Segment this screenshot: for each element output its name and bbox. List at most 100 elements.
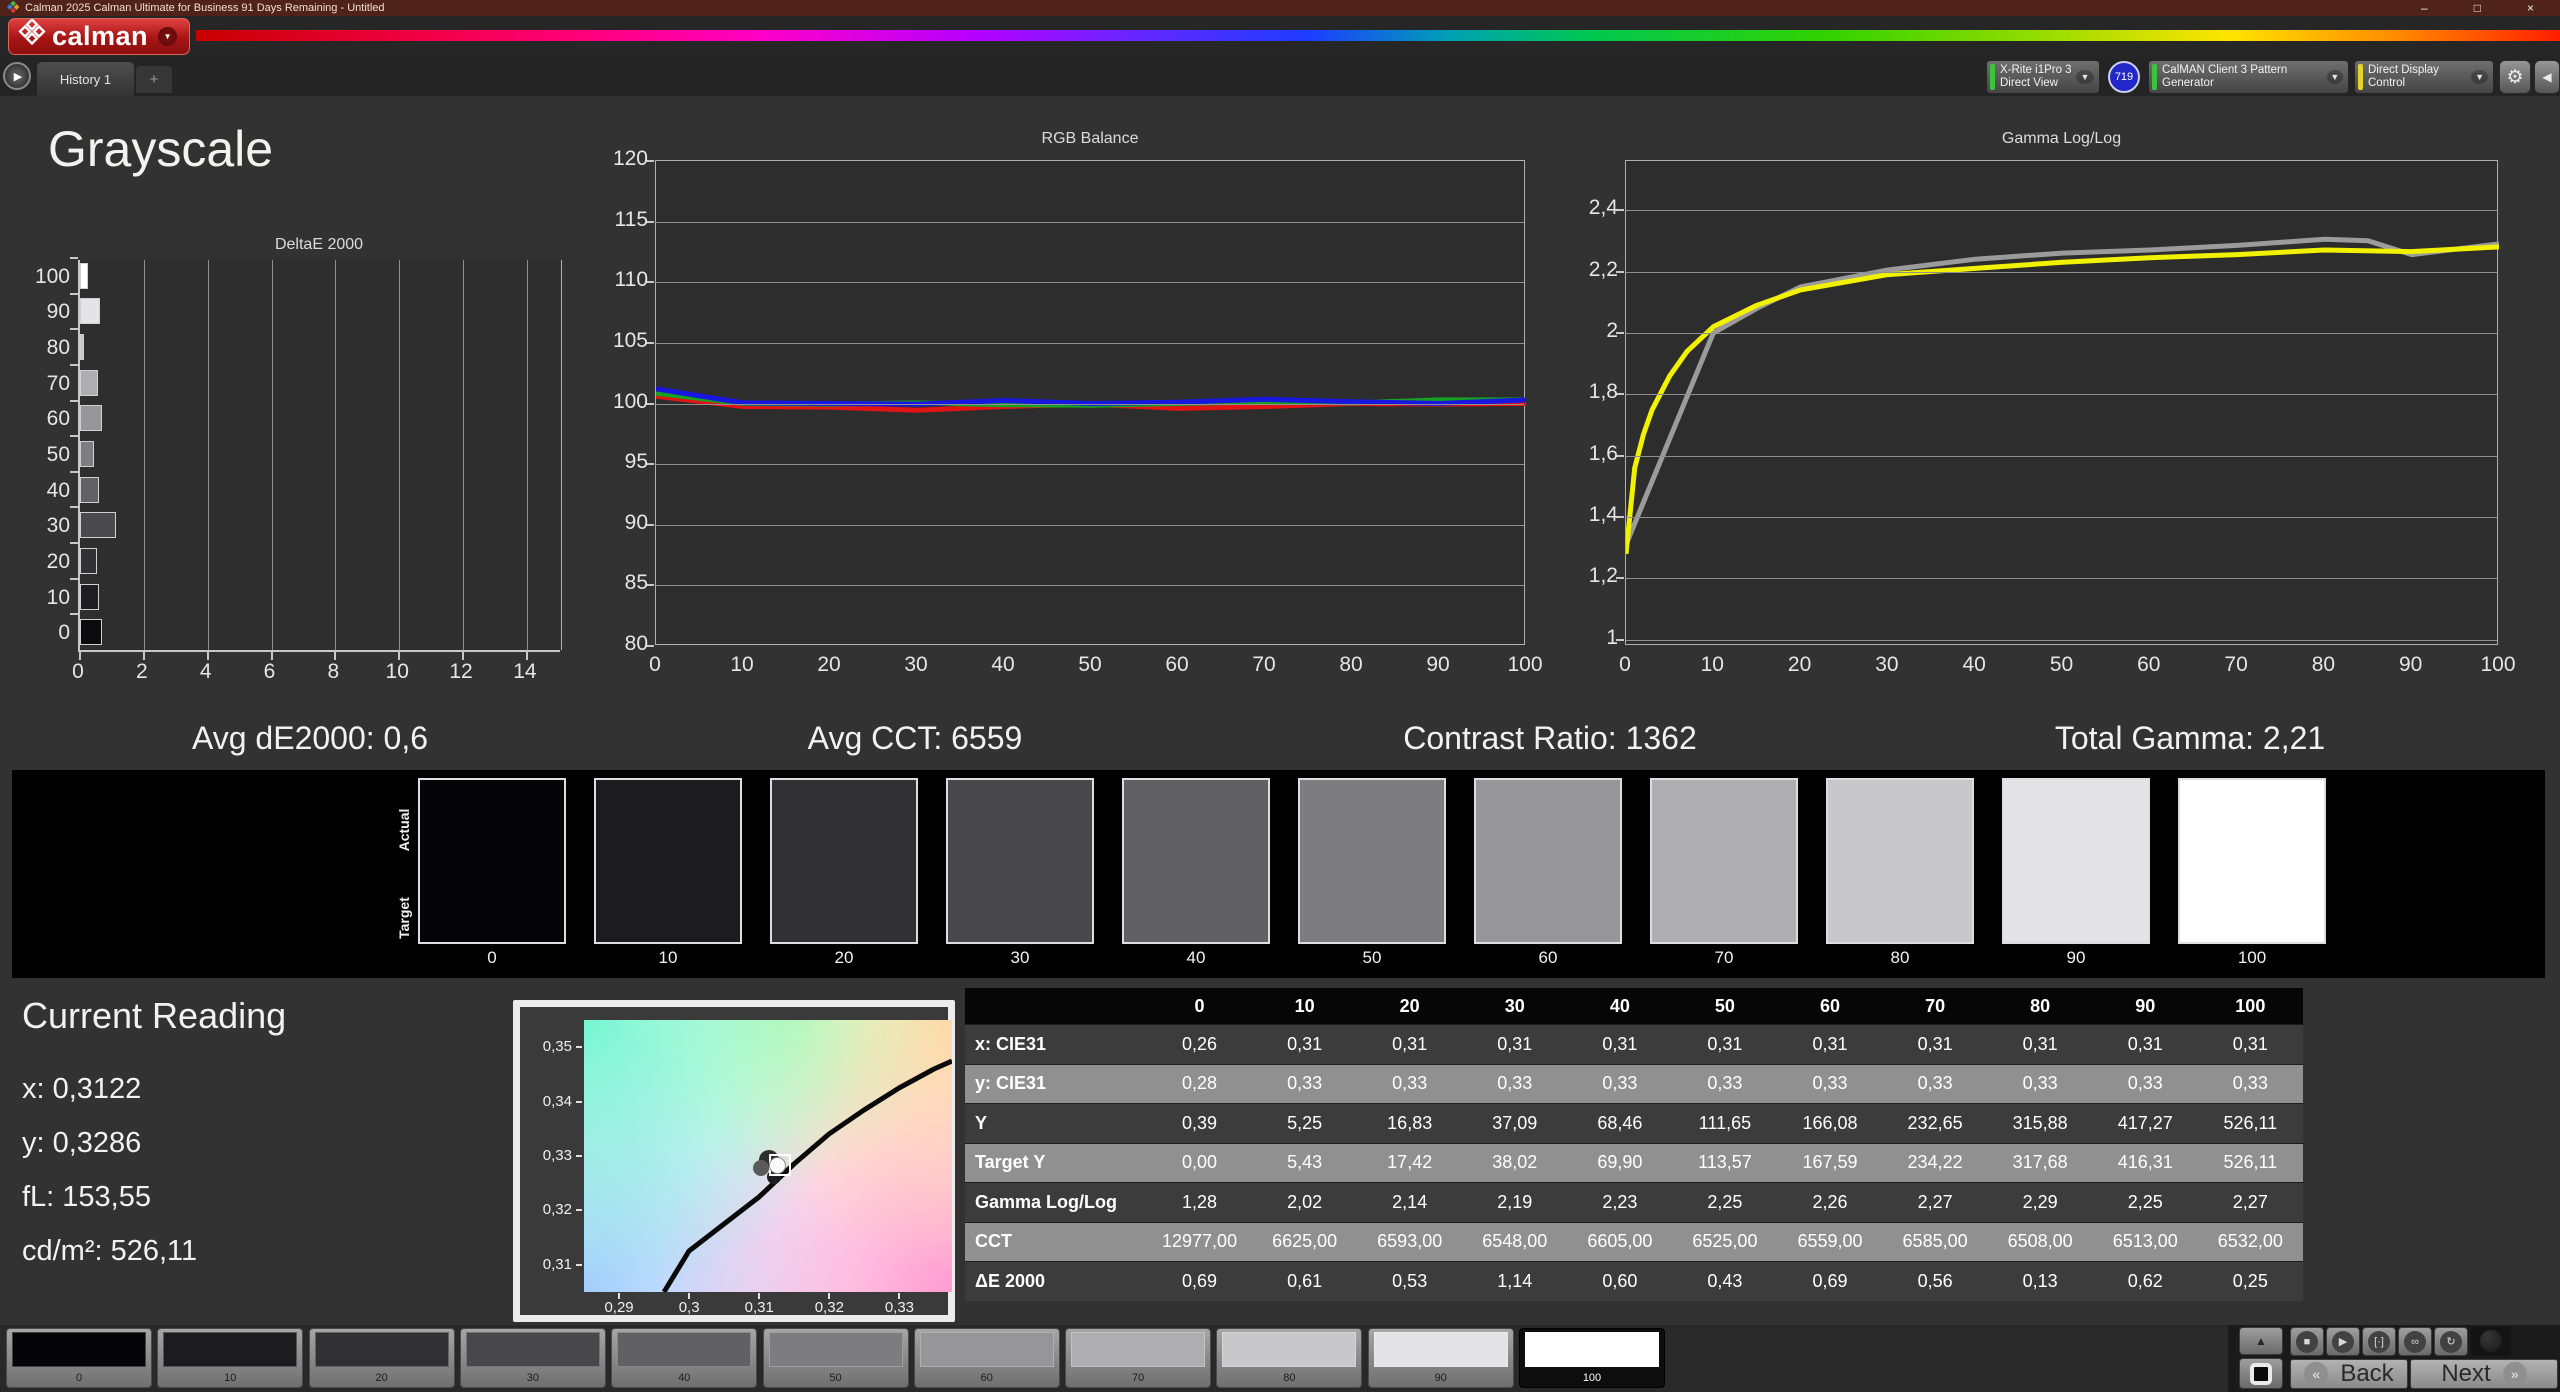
pattern-level-button-20[interactable]: 20	[309, 1328, 455, 1388]
transport-loop-icon[interactable]: ↻	[2434, 1327, 2468, 1356]
cell: 0,33	[1252, 1065, 1357, 1104]
calman-caret-icon[interactable]: ▼	[158, 27, 177, 46]
close-button[interactable]: ×	[2527, 1, 2534, 15]
display-control-dropdown[interactable]: Direct Display Control ▼	[2354, 60, 2494, 94]
pattern-level-button-100[interactable]: 100	[1519, 1328, 1665, 1388]
deltae-xtick-label: 2	[117, 660, 167, 684]
cie-xtick-label: 0,31	[735, 1299, 783, 1316]
table-header-30: 30	[1462, 988, 1567, 1024]
status-lamp-icon	[2480, 1330, 2502, 1352]
ytick-label: 1,6	[1570, 442, 1618, 466]
stop-square-icon	[2250, 1363, 2272, 1385]
row-label: Gamma Log/Log	[965, 1183, 1147, 1222]
pattern-level-button-70[interactable]: 70	[1065, 1328, 1211, 1388]
cie-xtick	[758, 1293, 760, 1299]
pattern-level-button-0[interactable]: 0	[6, 1328, 152, 1388]
cell: 0,13	[1988, 1262, 2093, 1301]
deltae-xtick	[79, 652, 81, 660]
xtick-label: 0	[630, 653, 680, 677]
deltae-ytick	[70, 506, 78, 508]
calman-diamond-icon	[17, 19, 47, 54]
back-button[interactable]: « Back	[2290, 1359, 2408, 1389]
run-button[interactable]: ▶	[3, 62, 31, 90]
strip-swatch-label: 60	[1474, 948, 1622, 968]
cell: 0,33	[2093, 1065, 2198, 1104]
table-header-70: 70	[1883, 988, 1988, 1024]
pattern-level-button-80[interactable]: 80	[1216, 1328, 1362, 1388]
cell: 6525,00	[1672, 1223, 1777, 1262]
target-axis-label: Target	[396, 872, 412, 964]
chevron-down-icon: ▼	[2076, 70, 2094, 84]
cell: 68,46	[1567, 1104, 1672, 1143]
add-tab-button[interactable]: +	[136, 66, 172, 93]
table-header-0: 0	[1147, 988, 1252, 1024]
deltae-ytick	[70, 328, 78, 330]
pattern-generator-dropdown[interactable]: CalMAN Client 3 Pattern Generator ▼	[2148, 60, 2349, 94]
cell: 2,25	[1672, 1183, 1777, 1222]
meter-dropdown[interactable]: X-Rite i1Pro 3 Direct View ▼	[1986, 60, 2100, 94]
deltae-ytick	[70, 364, 78, 366]
pattern-level-button-90[interactable]: 90	[1368, 1328, 1514, 1388]
deltae-xtick-label: 6	[245, 660, 295, 684]
pattern-level-label: 10	[158, 1372, 302, 1384]
table-row-Y: Y0,395,2516,8337,0968,46111,65166,08232,…	[965, 1103, 2303, 1143]
transport-play-icon[interactable]: ▶	[2326, 1327, 2360, 1356]
cell: 416,31	[2093, 1144, 2198, 1183]
cie-plot-area	[584, 1020, 952, 1292]
minimize-button[interactable]: –	[2421, 1, 2428, 15]
gear-icon[interactable]: ⚙	[2499, 60, 2531, 94]
chevron-down-icon: ▼	[2471, 70, 2488, 84]
cell: 0,25	[2198, 1262, 2303, 1301]
deltae-xtick-label: 0	[53, 660, 103, 684]
cell: 0,33	[1988, 1065, 2093, 1104]
ytick-label: 1,8	[1570, 380, 1618, 404]
deltae-ytick	[70, 542, 78, 544]
transport-continuous-icon[interactable]: ∞	[2398, 1327, 2432, 1356]
pattern-level-button-50[interactable]: 50	[763, 1328, 909, 1388]
pattern-level-button-40[interactable]: 40	[611, 1328, 757, 1388]
next-button[interactable]: Next »	[2410, 1359, 2558, 1389]
transport-pattern-window-icon[interactable]: [·]	[2362, 1327, 2396, 1356]
maximize-button[interactable]: □	[2474, 1, 2481, 15]
strip-swatch-label: 30	[946, 948, 1094, 968]
meter-label-line2: Direct View	[2000, 77, 2058, 89]
gridline	[1626, 272, 2497, 273]
transport-stop-icon[interactable]: ■	[2290, 1327, 2324, 1356]
cie-xtick-label: 0,3	[665, 1299, 713, 1316]
strip-swatch-label: 70	[1650, 948, 1798, 968]
xtick-label: 60	[2124, 653, 2174, 677]
cell: 0,31	[1988, 1025, 2093, 1064]
cell: 1,28	[1147, 1183, 1252, 1222]
continuous-icon: ∞	[2404, 1331, 2426, 1353]
cie-ytick-label: 0,33	[528, 1147, 572, 1164]
cell: 6625,00	[1252, 1223, 1357, 1262]
cell: 0,69	[1147, 1262, 1252, 1301]
table-header-40: 40	[1567, 988, 1672, 1024]
marker-white-dot	[769, 1157, 786, 1174]
deltae-ytick-label: 40	[20, 479, 70, 503]
stop-pattern-button[interactable]	[2239, 1358, 2283, 1389]
grayscale-data-table: 0102030405060708090100x: CIE310,260,310,…	[965, 988, 2303, 1301]
current-reading-title: Current Reading	[22, 995, 286, 1037]
cell: 0,31	[1567, 1025, 1672, 1064]
pattern-fill	[1525, 1332, 1659, 1367]
strip-swatch-90	[2002, 778, 2150, 944]
deltae-xtick	[398, 652, 400, 660]
cie-ytick-label: 0,32	[528, 1201, 572, 1218]
tab-history-1[interactable]: History 1	[37, 62, 134, 96]
pattern-level-button-60[interactable]: 60	[914, 1328, 1060, 1388]
meter-count-badge[interactable]: 719	[2108, 61, 2140, 93]
pattern-label: CalMAN Client 3 Pattern Generator	[2162, 64, 2327, 90]
cell: 6532,00	[2198, 1223, 2303, 1262]
series-measured	[1626, 247, 2499, 554]
collapse-panel-icon[interactable]: ◀	[2534, 60, 2560, 94]
table-row-yCIE31: y: CIE310,280,330,330,330,330,330,330,33…	[965, 1064, 2303, 1104]
strip-swatch-50	[1298, 778, 1446, 944]
next-arrow-icon: »	[2503, 1362, 2527, 1386]
calman-menu-button[interactable]: calman ▼	[8, 18, 190, 55]
xtick-label: 10	[1687, 653, 1737, 677]
pattern-level-button-10[interactable]: 10	[157, 1328, 303, 1388]
cell: 111,65	[1672, 1104, 1777, 1143]
up-arrow-button[interactable]: ▲	[2239, 1327, 2283, 1355]
pattern-level-button-30[interactable]: 30	[460, 1328, 606, 1388]
